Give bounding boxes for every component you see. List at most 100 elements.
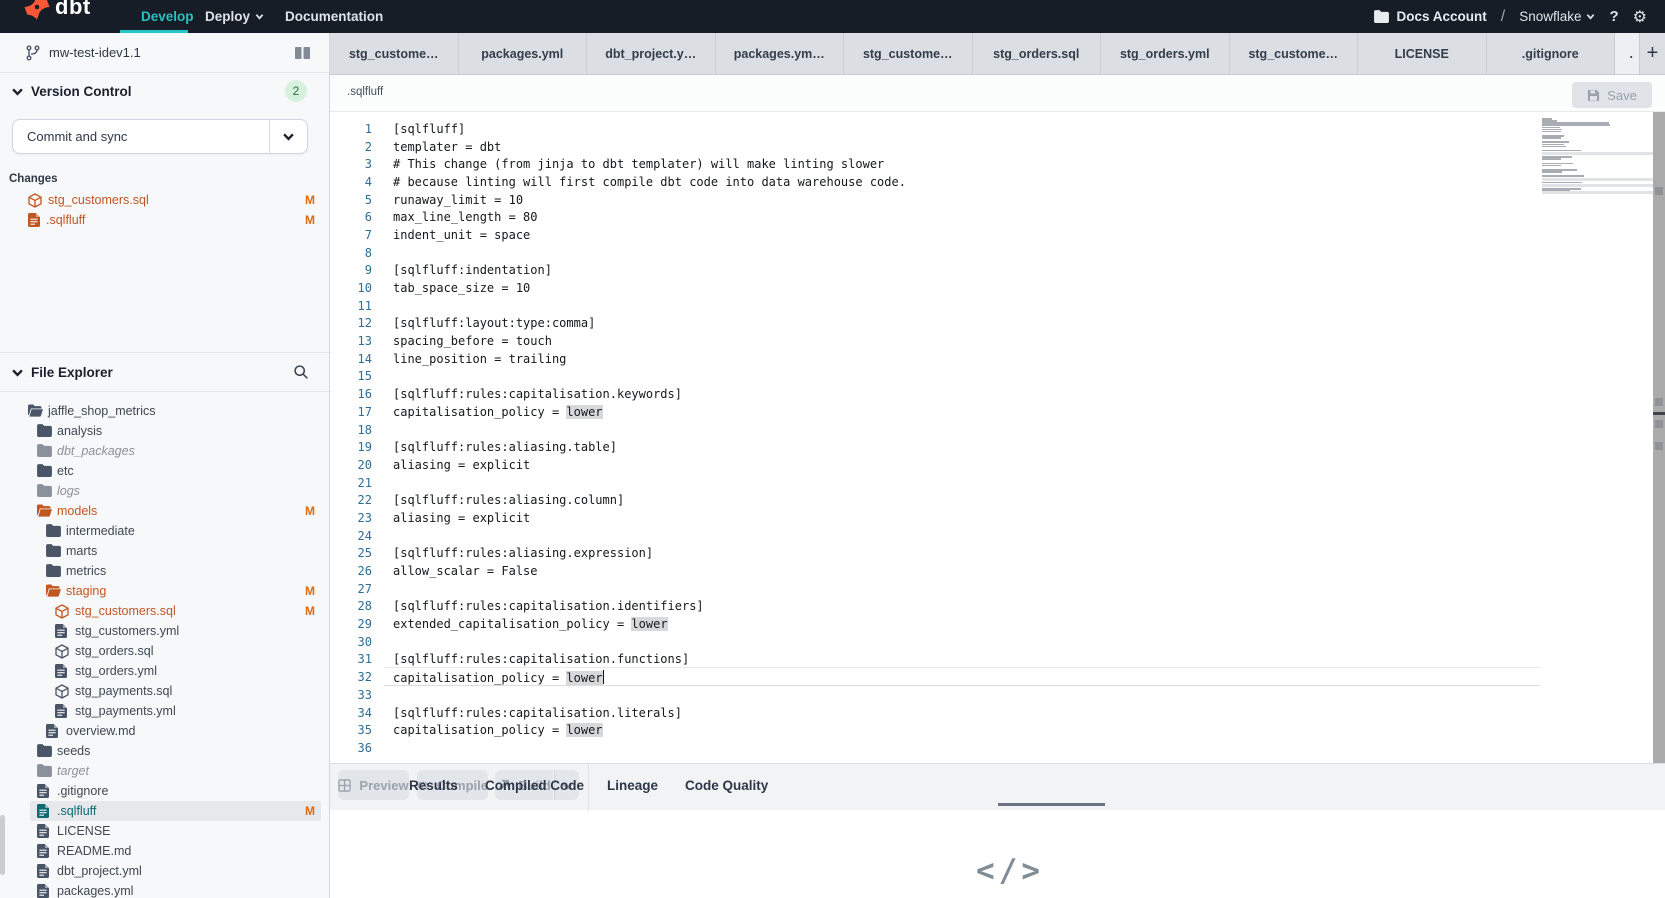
tree-item-stg-payments-yml[interactable]: stg_payments.yml — [0, 701, 329, 721]
code-line-36[interactable]: 36 — [330, 739, 1665, 757]
code-line-3[interactable]: 3# This change (from jinja to dbt templa… — [330, 155, 1665, 173]
editor-scrollbar[interactable] — [1653, 112, 1665, 763]
code-line-2[interactable]: 2templater = dbt — [330, 138, 1665, 156]
editor-tab-9[interactable]: .gitignore — [1487, 33, 1616, 74]
code-line-16[interactable]: 16[sqlfluff:rules:capitalisation.keyword… — [330, 385, 1665, 403]
tree-item-seeds[interactable]: seeds — [0, 741, 329, 761]
editor-tab-4[interactable]: stg_custome… — [844, 33, 973, 74]
code-line-33[interactable]: 33 — [330, 686, 1665, 704]
code-line-35[interactable]: 35capitalisation_policy = lower — [330, 721, 1665, 739]
code-line-14[interactable]: 14line_position = trailing — [330, 350, 1665, 368]
connection-switcher[interactable]: Snowflake — [1519, 9, 1595, 24]
editor-tab-0[interactable]: stg_custome… — [330, 33, 459, 74]
code-line-6[interactable]: 6max_line_length = 80 — [330, 208, 1665, 226]
commit-options-dropdown[interactable] — [269, 120, 307, 153]
tree-item-stg-payments-sql[interactable]: stg_payments.sql — [0, 681, 329, 701]
code-line-12[interactable]: 12[sqlfluff:layout:type:comma] — [330, 315, 1665, 333]
bottom-tab-compiled-code[interactable]: Compiled Code — [485, 764, 584, 807]
code-line-18[interactable]: 18 — [330, 421, 1665, 439]
version-control-header[interactable]: Version Control 2 — [0, 73, 329, 109]
code-line-27[interactable]: 27 — [330, 580, 1665, 598]
code-line-13[interactable]: 13spacing_before = touch — [330, 332, 1665, 350]
code-line-25[interactable]: 25[sqlfluff:rules:aliasing.expression] — [330, 545, 1665, 563]
bottom-tab-lineage[interactable]: Lineage — [607, 764, 658, 807]
search-icon[interactable] — [293, 364, 309, 380]
code-line-22[interactable]: 22[sqlfluff:rules:aliasing.column] — [330, 491, 1665, 509]
commit-and-sync-button[interactable]: Commit and sync — [12, 119, 308, 154]
new-tab-button[interactable]: + — [1640, 33, 1665, 74]
bottom-tab-results[interactable]: Results — [409, 764, 458, 807]
code-line-24[interactable]: 24 — [330, 527, 1665, 545]
tree-item-readme-md[interactable]: README.md — [0, 841, 329, 861]
code-editor[interactable]: 1[sqlfluff]2templater = dbt3# This chang… — [330, 112, 1665, 763]
nav-develop[interactable]: Develop — [141, 0, 194, 33]
tree-item-analysis[interactable]: analysis — [0, 421, 329, 441]
editor-tab-active-partial[interactable]: . — [1615, 33, 1640, 74]
changed-file-row[interactable]: .sqlfluffM — [0, 210, 329, 230]
changed-file-row[interactable]: stg_customers.sqlM — [0, 190, 329, 210]
editor-minimap[interactable] — [1542, 118, 1612, 195]
tree-item-intermediate[interactable]: intermediate — [0, 521, 329, 541]
tree-item-license[interactable]: LICENSE — [0, 821, 329, 841]
code-line-30[interactable]: 30 — [330, 633, 1665, 651]
code-line-10[interactable]: 10tab_space_size = 10 — [330, 279, 1665, 297]
code-line-8[interactable]: 8 — [330, 244, 1665, 262]
editor-tab-5[interactable]: stg_orders.sql — [973, 33, 1102, 74]
preview-button[interactable]: Preview — [338, 770, 409, 800]
tree-item-dbt-packages[interactable]: dbt_packages — [0, 441, 329, 461]
tree-item-metrics[interactable]: metrics — [0, 561, 329, 581]
code-line-11[interactable]: 11 — [330, 297, 1665, 315]
tree-item-logs[interactable]: logs — [0, 481, 329, 501]
settings-gear-icon[interactable]: ⚙ — [1633, 7, 1647, 27]
code-line-9[interactable]: 9[sqlfluff:indentation] — [330, 262, 1665, 280]
git-branch-row[interactable]: mw-test-idev1.1 — [0, 33, 329, 73]
code-line-1[interactable]: 1[sqlfluff] — [330, 120, 1665, 138]
tree-item-stg-orders-sql[interactable]: stg_orders.sql — [0, 641, 329, 661]
tree-item-models[interactable]: modelsM — [0, 501, 329, 521]
tree-item--sqlfluff[interactable]: .sqlfluffM — [0, 801, 329, 821]
code-line-34[interactable]: 34[sqlfluff:rules:capitalisation.literal… — [330, 704, 1665, 722]
editor-tab-3[interactable]: packages.ym… — [716, 33, 845, 74]
tree-item-overview-md[interactable]: overview.md — [0, 721, 329, 741]
code-line-31[interactable]: 31[sqlfluff:rules:capitalisation.functio… — [330, 651, 1665, 669]
code-line-5[interactable]: 5runaway_limit = 10 — [330, 191, 1665, 209]
tree-item-dbt-project-yml[interactable]: dbt_project.yml — [0, 861, 329, 881]
code-line-28[interactable]: 28[sqlfluff:rules:capitalisation.identif… — [330, 598, 1665, 616]
code-line-4[interactable]: 4# because linting will first compile db… — [330, 173, 1665, 191]
code-line-21[interactable]: 21 — [330, 474, 1665, 492]
nav-documentation[interactable]: Documentation — [285, 0, 383, 33]
tree-item--gitignore[interactable]: .gitignore — [0, 781, 329, 801]
tree-item-stg-orders-yml[interactable]: stg_orders.yml — [0, 661, 329, 681]
code-line-15[interactable]: 15 — [330, 368, 1665, 386]
tree-item-stg-customers-yml[interactable]: stg_customers.yml — [0, 621, 329, 641]
code-line-17[interactable]: 17capitalisation_policy = lower — [330, 403, 1665, 421]
editor-tab-1[interactable]: packages.yml — [459, 33, 588, 74]
code-line-29[interactable]: 29extended_capitalisation_policy = lower — [330, 615, 1665, 633]
editor-tab-2[interactable]: dbt_project.y… — [587, 33, 716, 74]
editor-tab-6[interactable]: stg_orders.yml — [1101, 33, 1230, 74]
editor-tab-7[interactable]: stg_custome… — [1230, 33, 1359, 74]
code-line-26[interactable]: 26allow_scalar = False — [330, 562, 1665, 580]
panel-layout-icon[interactable] — [294, 46, 311, 60]
tree-item-packages-yml[interactable]: packages.yml — [0, 881, 329, 898]
tree-item-staging[interactable]: stagingM — [0, 581, 329, 601]
save-button[interactable]: Save — [1572, 82, 1652, 108]
code-line-7[interactable]: 7indent_unit = space — [330, 226, 1665, 244]
sidebar-scrollbar[interactable] — [0, 815, 5, 875]
tree-item-jaffle-shop-metrics[interactable]: jaffle_shop_metrics — [0, 401, 329, 421]
nav-deploy[interactable]: Deploy — [205, 0, 264, 33]
file-explorer-header[interactable]: File Explorer — [0, 353, 329, 392]
bottom-tab-code-quality[interactable]: Code Quality — [685, 764, 768, 807]
dbt-logo[interactable]: dbt — [24, 0, 91, 20]
editor-tab-8[interactable]: LICENSE — [1358, 33, 1487, 74]
tree-item-target[interactable]: target — [0, 761, 329, 781]
code-line-20[interactable]: 20aliasing = explicit — [330, 456, 1665, 474]
tree-item-etc[interactable]: etc — [0, 461, 329, 481]
code-line-19[interactable]: 19[sqlfluff:rules:aliasing.table] — [330, 438, 1665, 456]
code-line-32[interactable]: 32capitalisation_policy = lower — [330, 668, 1665, 686]
tree-item-stg-customers-sql[interactable]: stg_customers.sqlM — [0, 601, 329, 621]
help-button[interactable]: ? — [1609, 8, 1618, 25]
account-switcher[interactable]: Docs Account — [1374, 9, 1486, 24]
tree-item-marts[interactable]: marts — [0, 541, 329, 561]
code-line-23[interactable]: 23aliasing = explicit — [330, 509, 1665, 527]
